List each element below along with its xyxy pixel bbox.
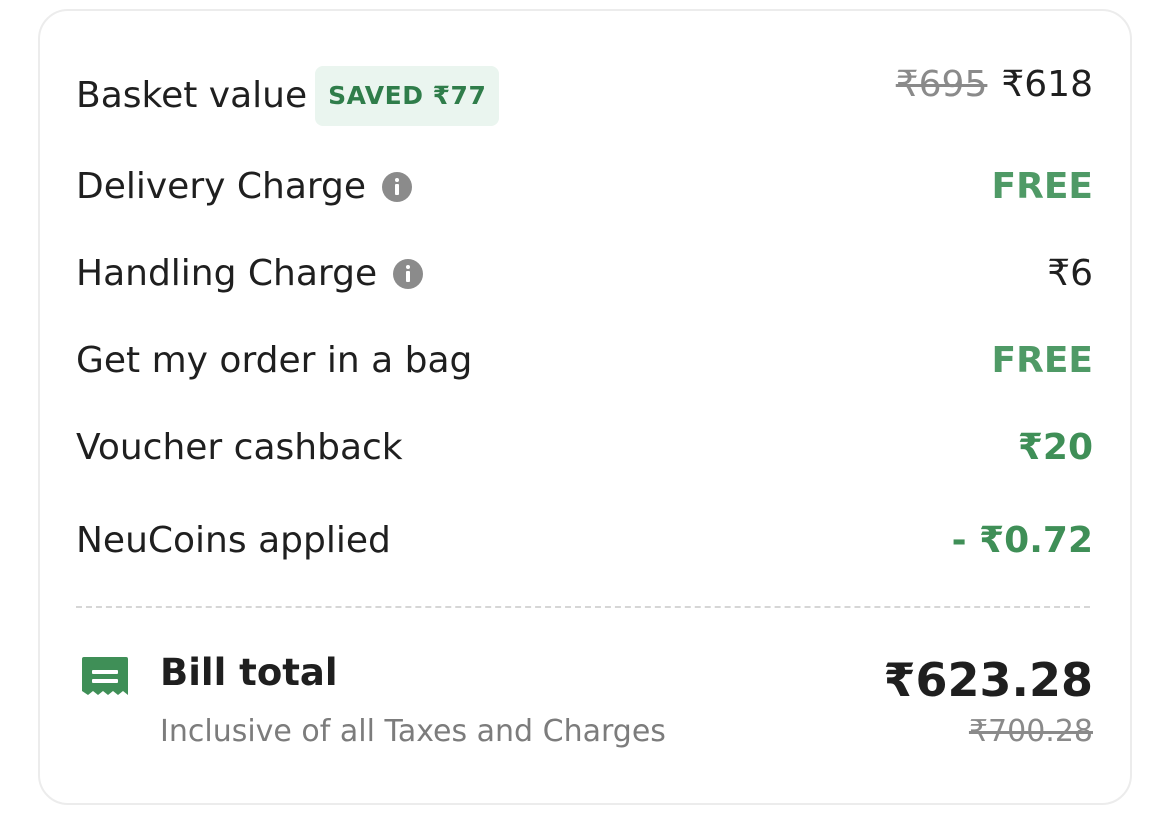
bill-total-title: Bill total — [160, 651, 338, 694]
delivery-charge-label: Delivery Charge — [76, 166, 367, 207]
dashed-divider — [76, 606, 1090, 608]
basket-value-label: Basket value — [76, 75, 308, 116]
neucoins-row: NeuCoins applied — [76, 519, 391, 563]
basket-value-row: Basket value SAVED ₹77 — [76, 66, 500, 126]
bill-total-amount: ₹623.28 — [883, 653, 1093, 707]
saved-badge: SAVED ₹77 — [315, 66, 500, 126]
voucher-cashback-label: Voucher cashback — [76, 427, 403, 468]
handling-charge-label: Handling Charge — [76, 253, 378, 294]
bill-total-subtitle: Inclusive of all Taxes and Charges — [160, 714, 666, 749]
voucher-cashback-value: ₹20 — [1017, 427, 1093, 468]
info-icon[interactable] — [382, 172, 413, 202]
handling-charge-row: Handling Charge — [76, 252, 424, 296]
basket-original-price: ₹695 — [895, 64, 988, 105]
bag-row: Get my order in a bag — [76, 339, 472, 383]
receipt-icon — [82, 657, 128, 695]
delivery-charge-row: Delivery Charge — [76, 165, 413, 209]
neucoins-value: - ₹0.72 — [951, 520, 1093, 561]
basket-price: ₹618 — [1001, 64, 1093, 105]
delivery-charge-value: FREE — [991, 166, 1094, 207]
bill-original-amount: ₹700.28 — [968, 714, 1093, 749]
bag-label: Get my order in a bag — [76, 340, 473, 381]
handling-charge-value: ₹6 — [1047, 253, 1093, 294]
info-icon[interactable] — [393, 259, 424, 289]
bag-value: FREE — [991, 340, 1094, 381]
neucoins-label: NeuCoins applied — [76, 520, 391, 561]
voucher-cashback-row: Voucher cashback — [76, 426, 403, 470]
basket-value-amount: ₹695 ₹618 — [896, 63, 1093, 107]
